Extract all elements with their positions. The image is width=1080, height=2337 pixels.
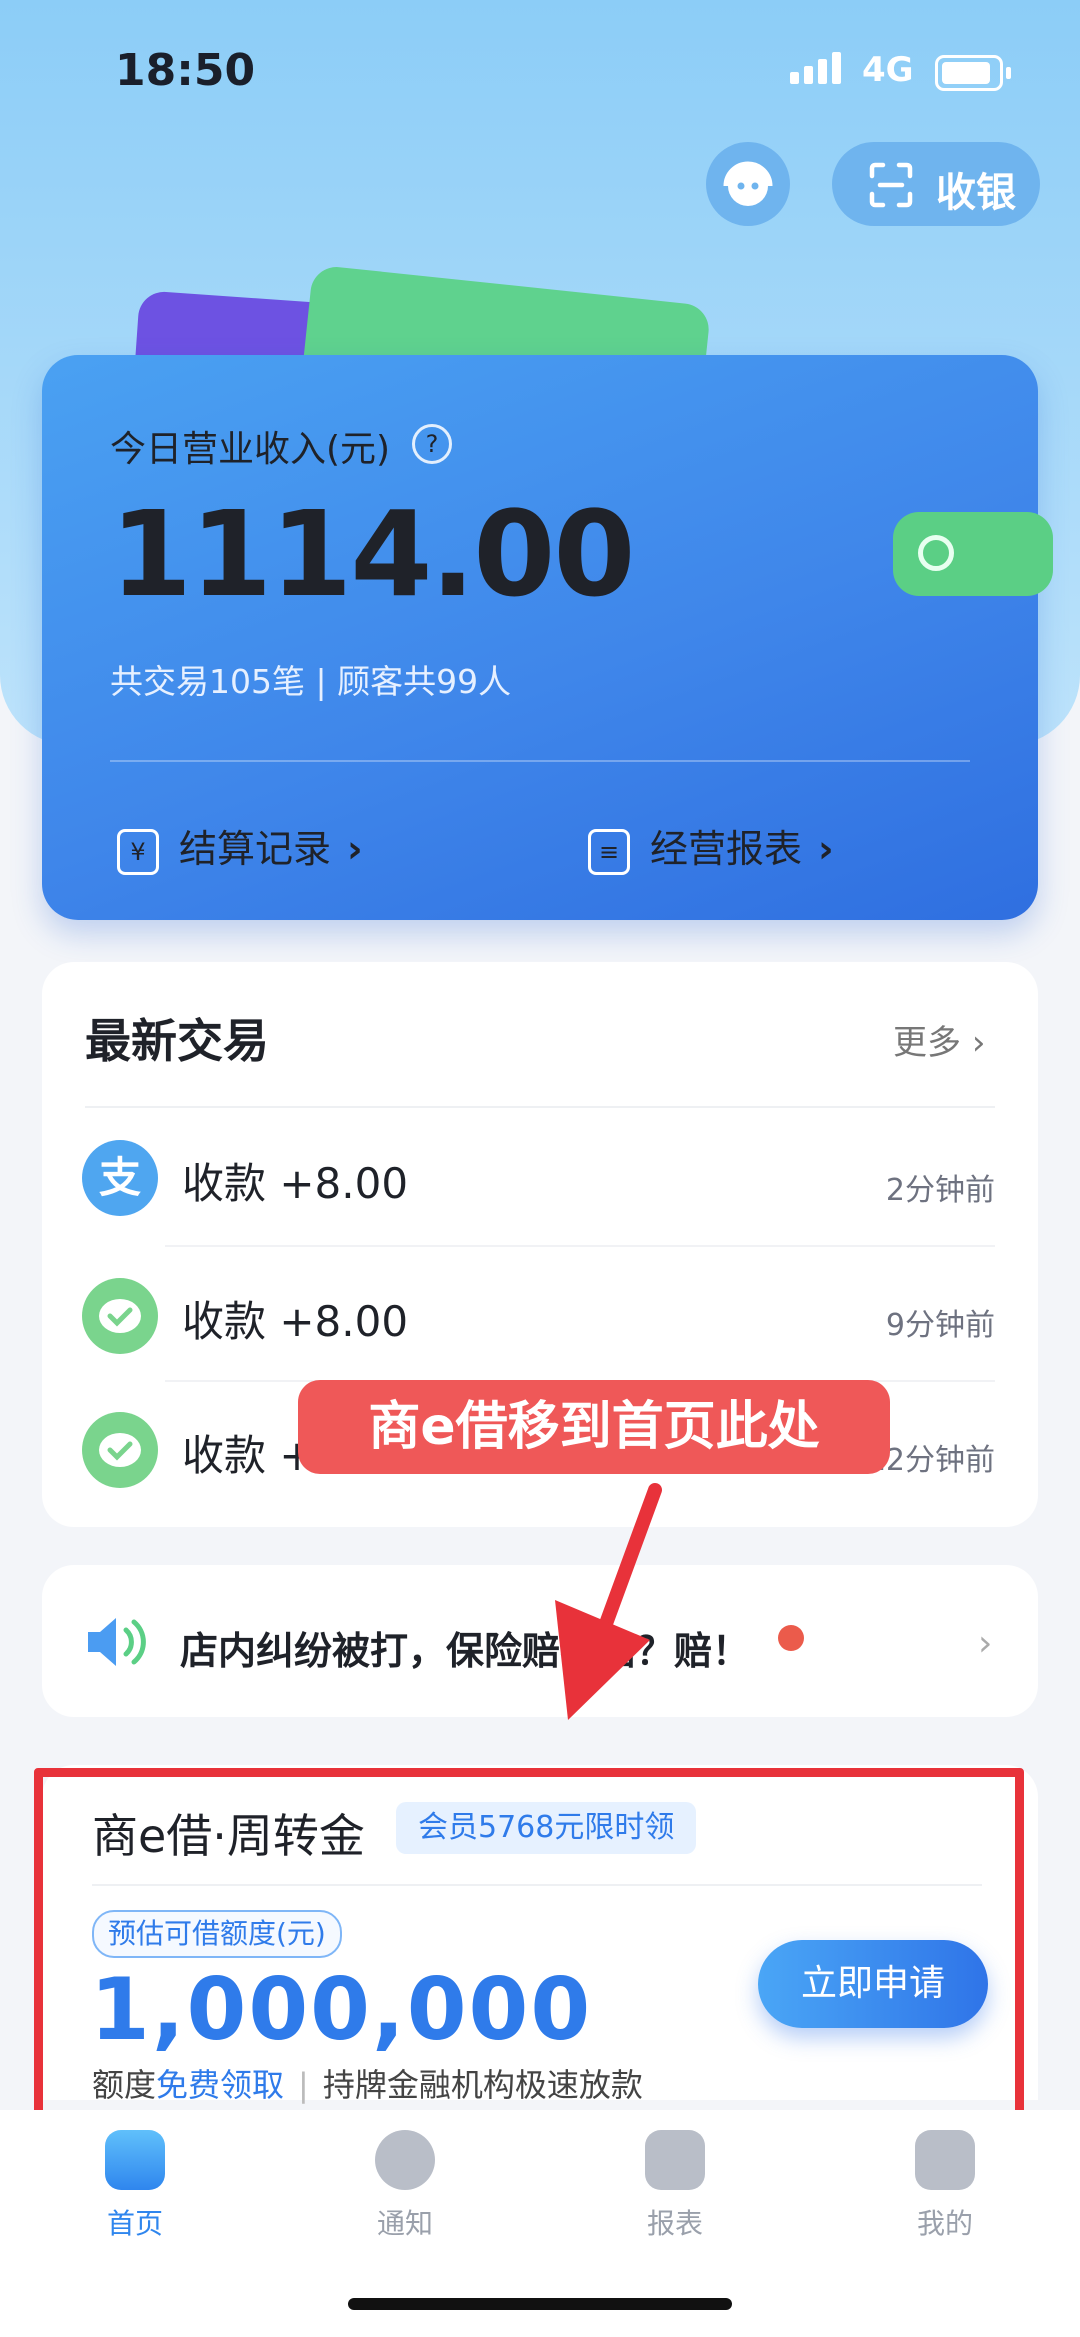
more-label: 更多 [893,1023,961,1063]
business-report-label: 经营报表 [650,827,803,871]
tab-label: 通知 [376,2207,433,2240]
highlight-box [34,1768,1024,2128]
wechat-pay-icon [82,1278,158,1354]
yuan-icon: ¥ [117,828,159,875]
row-divider [165,1245,995,1247]
cashier-label: 收银 [936,170,1016,216]
chevron-right-icon: › [978,1623,993,1664]
more-link[interactable]: 更多 › [893,1015,985,1064]
status-time: 18:50 [115,45,256,96]
tab-reports[interactable]: 报表 [595,2130,755,2242]
income-label: 今日营业收入(元) [110,429,391,470]
notice-text: 店内纠纷被打，保险赔不赔？赔！ [180,1629,751,1673]
transaction-label: 收款 +8.00 [182,1159,409,1208]
transactions-title: 最新交易 [85,1014,269,1068]
network-label: 4G [862,50,914,90]
income-amount: 1114.00 [110,485,635,623]
signal-icon [790,52,846,84]
transaction-time: 9分钟前 [885,1308,995,1343]
tab-home[interactable]: 首页 [55,2130,215,2242]
chevron-right-icon: › [347,827,363,871]
svg-text:支: 支 [99,1153,141,1202]
profile-icon [915,2130,975,2190]
notification-icon [375,2130,435,2190]
headset-icon [723,161,773,206]
business-report-link[interactable]: ≡ 经营报表 › [588,818,834,875]
tab-label: 我的 [916,2207,973,2240]
tab-notifications[interactable]: 通知 [325,2130,485,2242]
battery-icon [935,55,1011,91]
home-indicator [348,2298,732,2310]
chevron-right-icon: › [818,827,834,871]
income-summary: 共交易105笔 | 顾客共99人 [110,662,512,701]
unread-dot [778,1625,804,1651]
tab-profile[interactable]: 我的 [865,2130,1025,2242]
transaction-label: 收款 +8.00 [182,1297,409,1346]
settlement-records-link[interactable]: ¥ 结算记录 › [117,818,363,875]
wechat-pay-icon [82,1412,158,1488]
wallet-clasp [893,512,1053,596]
speaker-icon [88,1618,146,1666]
customer-service-button[interactable] [706,142,790,226]
card-divider [110,760,970,762]
tab-label: 首页 [106,2207,163,2240]
home-icon [105,2130,165,2190]
section-divider [85,1106,995,1108]
help-icon[interactable]: ? [412,424,452,464]
report-icon [645,2130,705,2190]
annotation-label: 商e借移到首页此处 [298,1380,890,1474]
tab-label: 报表 [646,2207,703,2240]
chevron-right-icon: › [971,1023,986,1063]
alipay-icon: 支 [82,1140,158,1216]
transaction-time: 2分钟前 [885,1173,995,1208]
cashier-button[interactable]: 收银 [832,142,1040,226]
settlement-records-label: 结算记录 [179,827,332,871]
scan-icon [869,162,913,208]
document-icon: ≡ [588,828,630,875]
